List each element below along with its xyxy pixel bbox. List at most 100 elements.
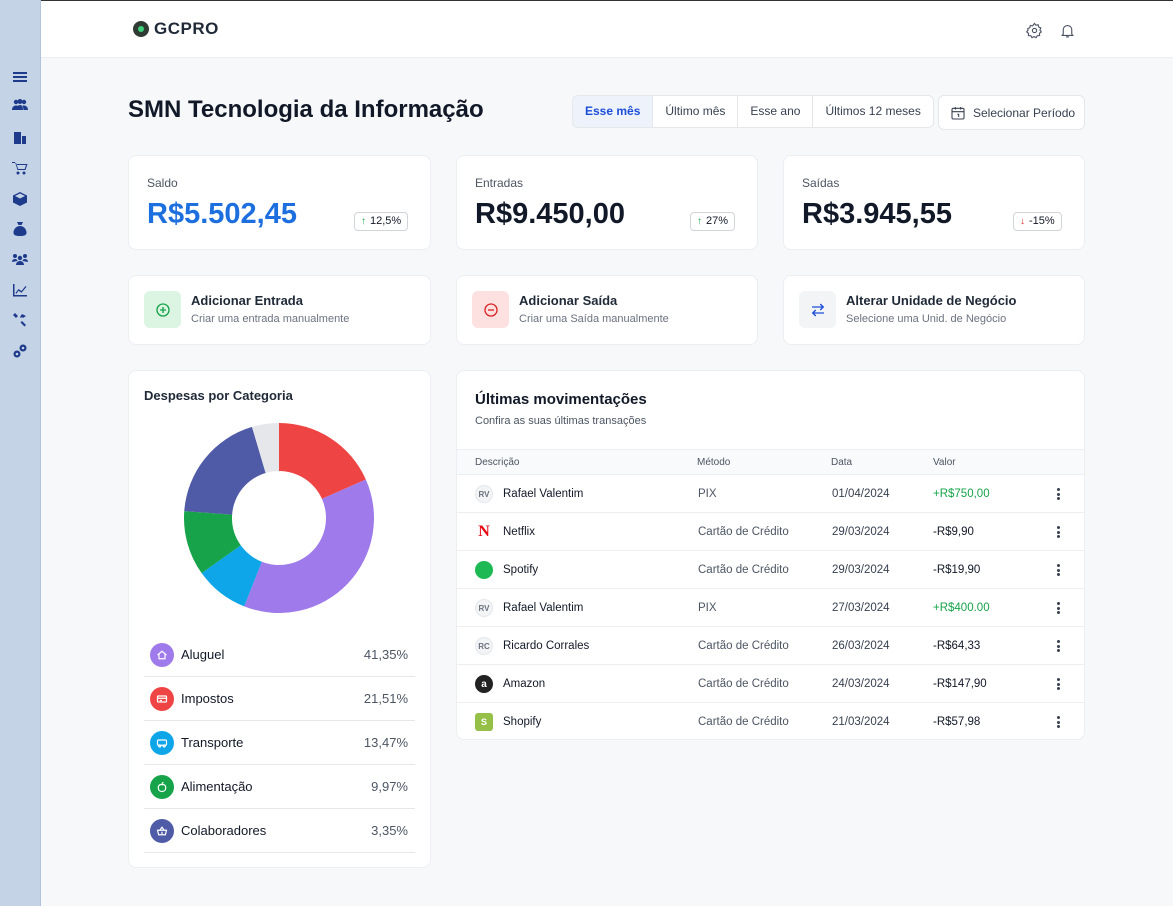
category-percent: 9,97% [371,779,408,794]
box-icon[interactable] [11,190,29,208]
transaction-value: -R$9,90 [933,526,974,538]
change-badge: ↓ -15% [1013,212,1062,231]
column-header: Valor [933,457,956,468]
category-percent: 3,35% [371,823,408,838]
table-row[interactable]: a Amazon Cartão de Crédito 24/03/2024 -R$147… [457,665,1084,703]
tools-icon[interactable] [11,311,29,329]
transaction-date: 29/03/2024 [832,526,890,538]
transaction-description: Spotify [503,564,539,576]
list-item[interactable]: Impostos 21,51% [144,677,415,721]
stat-card-saldo: Saldo R$5.502,45 ↑ 12,5% [128,155,431,250]
table-row[interactable]: N Netflix Cartão de Crédito 29/03/2024 -R$9,… [457,513,1084,551]
tab-esse-mes[interactable]: Esse mês [573,96,654,127]
table-row[interactable]: RV Rafael Valentim PIX 27/03/2024 +R$400.00 [457,589,1084,627]
list-item[interactable]: Transporte 13,47% [144,721,415,765]
add-expense-button[interactable]: Adicionar Saída Criar uma Saída manualme… [456,275,758,345]
arrow-up-icon: ↑ [697,216,702,227]
column-header: Descrição [475,457,520,468]
users-icon[interactable] [11,96,29,114]
chart-icon[interactable] [11,281,29,299]
minus-circle-icon [472,291,509,328]
transactions-title: Últimas movimentações [475,391,647,408]
more-options-icon[interactable] [1054,676,1062,692]
change-value: 12,5% [370,215,402,227]
category-name: Aluguel [181,647,225,662]
tab-esse-ano[interactable]: Esse ano [738,96,814,127]
category-name: Impostos [181,691,234,706]
donut-slice-aluguel[interactable] [244,479,374,613]
transaction-description: Rafael Valentim [503,488,584,500]
more-options-icon[interactable] [1054,638,1062,654]
period-tabs: Esse mês Último mês Esse ano Últimos 12 … [572,95,934,128]
action-subtitle: Selecione uma Unid. de Negócio [846,313,1007,325]
transaction-method: PIX [698,602,717,614]
bell-icon[interactable] [1058,21,1076,39]
transaction-date: 21/03/2024 [832,716,890,728]
table-row[interactable]: S Shopify Cartão de Crédito 21/03/2024 -R$57… [457,703,1084,741]
building-icon[interactable] [11,128,29,146]
transaction-date: 27/03/2024 [832,602,890,614]
transaction-date: 26/03/2024 [832,640,890,652]
table-row[interactable]: RV Rafael Valentim PIX 01/04/2024 +R$750,00 [457,475,1084,513]
action-title: Alterar Unidade de Negócio [846,293,1017,308]
action-subtitle: Criar uma Saída manualmente [519,313,669,325]
category-percent: 13,47% [363,735,408,750]
list-item[interactable]: Aluguel 41,35% [144,633,415,677]
more-options-icon[interactable] [1054,714,1062,730]
app-logo[interactable]: GCPRO [133,19,219,39]
team-icon[interactable] [11,250,29,268]
category-name: Alimentação [181,779,253,794]
stat-label: Entradas [475,176,524,190]
amazon-logo-icon: a [475,675,493,693]
basket-icon [150,818,174,843]
stat-value: R$3.945,55 [802,198,952,230]
swap-arrows-icon [799,291,836,328]
transaction-value: -R$64,33 [933,640,981,652]
select-period-button[interactable]: Selecionar Período [938,95,1085,130]
stat-card-entradas: Entradas R$9.450,00 ↑ 27% [456,155,758,250]
more-options-icon[interactable] [1054,600,1062,616]
transaction-date: 29/03/2024 [832,564,890,576]
transaction-date: 01/04/2024 [832,488,890,500]
money-bag-icon[interactable] [11,220,29,238]
transaction-value: -R$147,90 [933,678,987,690]
tab-ultimos-12-meses[interactable]: Últimos 12 meses [813,96,932,127]
list-item[interactable]: Alimentação 9,97% [144,765,415,809]
action-title: Adicionar Entrada [191,293,303,308]
change-badge: ↑ 12,5% [354,212,409,231]
more-options-icon[interactable] [1054,486,1062,502]
calendar-icon [951,106,965,120]
list-item[interactable]: Colaboradores 3,35% [144,809,415,853]
arrow-up-icon: ↑ [361,216,366,227]
table-row[interactable]: RC Ricardo Corrales Cartão de Crédito 26/03… [457,627,1084,665]
add-income-button[interactable]: Adicionar Entrada Criar uma entrada manu… [128,275,431,345]
transaction-description: Shopify [503,716,542,728]
table-row[interactable]: Spotify Cartão de Crédito 29/03/2024 -R$19,… [457,551,1084,589]
change-business-unit-button[interactable]: Alterar Unidade de Negócio Selecione uma… [783,275,1085,345]
avatar: RV [475,485,493,503]
transaction-method: PIX [698,488,717,500]
more-options-icon[interactable] [1054,562,1062,578]
menu-icon[interactable] [11,68,29,86]
transactions-table-body: RV Rafael Valentim PIX 01/04/2024 +R$750,00 N… [457,475,1084,741]
gears-icon[interactable] [11,342,29,360]
receipt-icon [150,686,174,711]
top-header: GCPRO [41,0,1173,58]
more-options-icon[interactable] [1054,524,1062,540]
cart-icon[interactable] [11,159,29,177]
category-card-title: Despesas por Categoria [144,388,293,403]
transaction-date: 24/03/2024 [832,678,890,690]
settings-icon[interactable] [1025,21,1043,39]
column-header: Método [697,457,731,468]
tab-ultimo-mes[interactable]: Último mês [653,96,739,127]
transaction-method: Cartão de Crédito [698,640,789,652]
spotify-logo-icon [475,561,493,579]
select-period-label: Selecionar Período [973,105,1076,120]
donut-slice-colaboradores[interactable] [184,426,266,515]
transaction-description: Netflix [503,526,535,538]
change-value: -15% [1029,215,1055,227]
sidebar [0,0,41,906]
avatar: RC [475,637,493,655]
transactions-card: Últimas movimentações Confira as suas úl… [456,370,1085,740]
stat-label: Saídas [802,176,840,190]
